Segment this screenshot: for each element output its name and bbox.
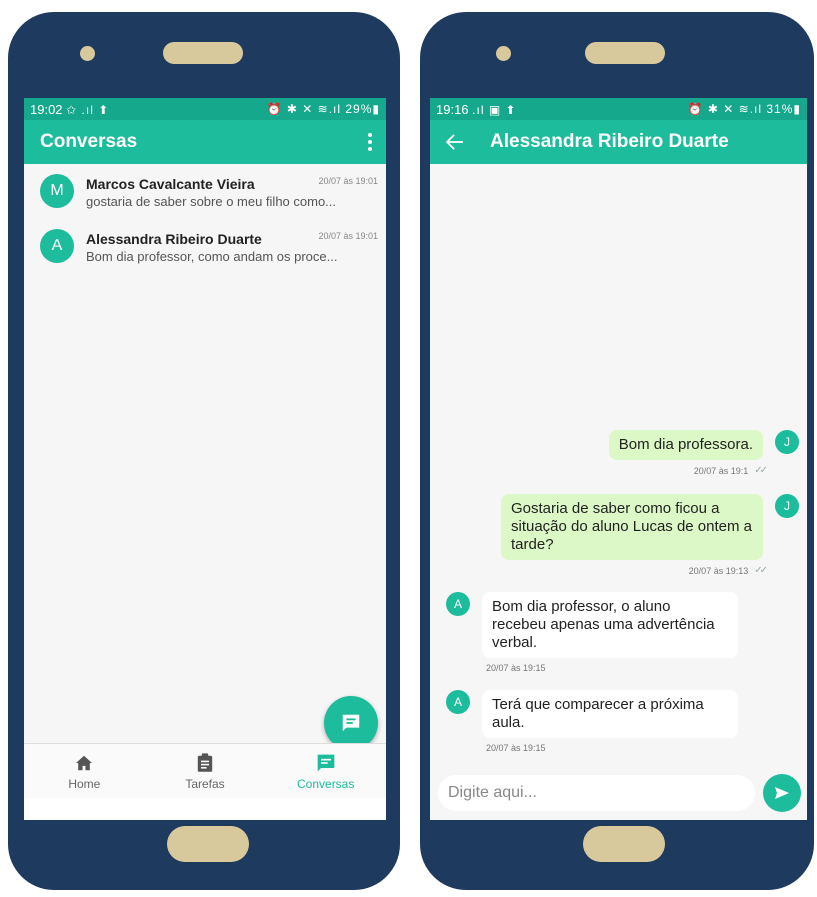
status-time: 19:02 xyxy=(30,101,63,117)
arrow-back-icon xyxy=(446,134,463,150)
app-bar: Conversas xyxy=(24,120,386,164)
double-check-icon: ✓✓ xyxy=(754,565,768,576)
conversation-item-marcos[interactable]: M Marcos Cavalcante Vieira gostaria de s… xyxy=(24,164,386,219)
message-bubble: Gostaria de saber como ficou a situação … xyxy=(501,494,763,560)
clipboard-icon xyxy=(197,752,213,774)
bubble-row: A Terá que comparecer a próxima aula. xyxy=(446,690,738,738)
last-message: Bom dia professor, como andam os proce..… xyxy=(86,249,338,264)
avatar: A xyxy=(446,690,470,714)
bottom-navigation: Home Tarefas Conversas xyxy=(24,743,386,798)
earpiece-speaker xyxy=(585,42,665,64)
front-camera xyxy=(80,46,95,61)
message-meta: 20/07 às 19:15 xyxy=(486,743,738,753)
message-time: 20/07 às 19:01 xyxy=(318,176,378,186)
screen-bottom-edge xyxy=(24,798,386,820)
avatar: A xyxy=(40,229,74,263)
new-conversation-button[interactable] xyxy=(324,696,378,750)
double-check-icon: ✓✓ xyxy=(754,465,768,476)
send-button[interactable] xyxy=(763,774,801,812)
status-system-icons: ⏰ ✱ ✕ ≋.ıl 31%▮ xyxy=(687,102,801,116)
nav-item-conversas[interactable]: Conversas xyxy=(265,744,386,798)
chat-icon xyxy=(316,752,336,774)
message-time: 20/07 às 19:01 xyxy=(318,231,378,241)
message-outgoing: Bom dia professora. J 20/07 às 19:1 ✓✓ xyxy=(608,430,799,476)
message-bubble: Terá que comparecer a próxima aula. xyxy=(482,690,738,738)
nav-item-tarefas[interactable]: Tarefas xyxy=(145,744,266,798)
message-meta: 20/07 às 19:13 ✓✓ xyxy=(688,565,768,576)
phone-right: 19:16 .ıl ▣ ⬆ ⏰ ✱ ✕ ≋.ıl 31%▮ Alessandra… xyxy=(420,12,814,890)
message-bubble: Bom dia professor, o aluno recebeu apena… xyxy=(482,592,738,658)
nav-item-home[interactable]: Home xyxy=(24,744,145,798)
status-bar: 19:02 ✩ .ıl ⬆ ⏰ ✱ ✕ ≋.ıl 29%▮ xyxy=(24,98,386,120)
avatar: M xyxy=(40,174,74,208)
avatar: J xyxy=(775,494,799,518)
back-button[interactable] xyxy=(446,134,464,150)
status-notification-icons: ✩ .ıl ⬆ xyxy=(66,102,110,117)
conversation-item-alessandra[interactable]: A Alessandra Ribeiro Duarte Bom dia prof… xyxy=(24,219,386,274)
send-icon xyxy=(775,787,789,799)
message-outgoing: Gostaria de saber como ficou a situação … xyxy=(501,494,799,576)
status-left: 19:02 ✩ .ıl ⬆ xyxy=(30,102,109,117)
home-icon xyxy=(75,752,93,774)
home-button xyxy=(167,826,249,862)
status-time: 19:16 xyxy=(436,101,469,117)
bubble-row: Bom dia professora. J xyxy=(608,430,799,460)
message-bubble: Bom dia professora. xyxy=(608,430,763,460)
message-time: 20/07 às 19:15 xyxy=(486,743,546,753)
chat-icon xyxy=(342,714,360,732)
nav-label: Conversas xyxy=(297,776,355,791)
bubble-row: Gostaria de saber como ficou a situação … xyxy=(501,494,799,560)
avatar: A xyxy=(446,592,470,616)
chat-screen: 19:16 .ıl ▣ ⬆ ⏰ ✱ ✕ ≋.ıl 31%▮ Alessandra… xyxy=(430,98,807,820)
last-message: gostaria de saber sobre o meu filho como… xyxy=(86,194,337,209)
status-bar: 19:16 .ıl ▣ ⬆ ⏰ ✱ ✕ ≋.ıl 31%▮ xyxy=(430,98,807,120)
status-system-icons: ⏰ ✱ ✕ ≋.ıl 29%▮ xyxy=(266,102,380,116)
conversation-list: M Marcos Cavalcante Vieira gostaria de s… xyxy=(24,164,386,274)
message-time: 20/07 às 19:13 xyxy=(688,565,749,576)
more-vert-icon[interactable] xyxy=(362,130,378,154)
message-meta: 20/07 às 19:1 ✓✓ xyxy=(693,465,768,476)
page-title: Alessandra Ribeiro Duarte xyxy=(490,131,729,152)
front-camera xyxy=(496,46,511,61)
status-notification-icons: .ıl ▣ ⬆ xyxy=(472,102,517,117)
message-input[interactable] xyxy=(438,775,755,811)
message-time: 20/07 às 19:1 xyxy=(693,465,749,476)
message-time: 20/07 às 19:15 xyxy=(486,663,546,673)
app-bar: Alessandra Ribeiro Duarte xyxy=(430,120,807,164)
earpiece-speaker xyxy=(163,42,243,64)
message-incoming: A Terá que comparecer a próxima aula. 20… xyxy=(446,690,738,753)
phone-left: 19:02 ✩ .ıl ⬆ ⏰ ✱ ✕ ≋.ıl 29%▮ Conversas … xyxy=(8,12,400,890)
home-button xyxy=(583,826,665,862)
status-left: 19:16 .ıl ▣ ⬆ xyxy=(436,102,517,117)
conversations-screen: 19:02 ✩ .ıl ⬆ ⏰ ✱ ✕ ≋.ıl 29%▮ Conversas … xyxy=(24,98,386,820)
avatar: J xyxy=(775,430,799,454)
page-title: Conversas xyxy=(40,131,138,152)
message-meta: 20/07 às 19:15 xyxy=(486,663,738,673)
nav-label: Home xyxy=(68,776,101,791)
bubble-row: A Bom dia professor, o aluno recebeu ape… xyxy=(446,592,738,658)
message-incoming: A Bom dia professor, o aluno recebeu ape… xyxy=(446,592,738,673)
nav-label: Tarefas xyxy=(185,776,225,791)
message-list: Bom dia professora. J 20/07 às 19:1 ✓✓ G… xyxy=(430,164,807,820)
composer xyxy=(438,774,801,812)
